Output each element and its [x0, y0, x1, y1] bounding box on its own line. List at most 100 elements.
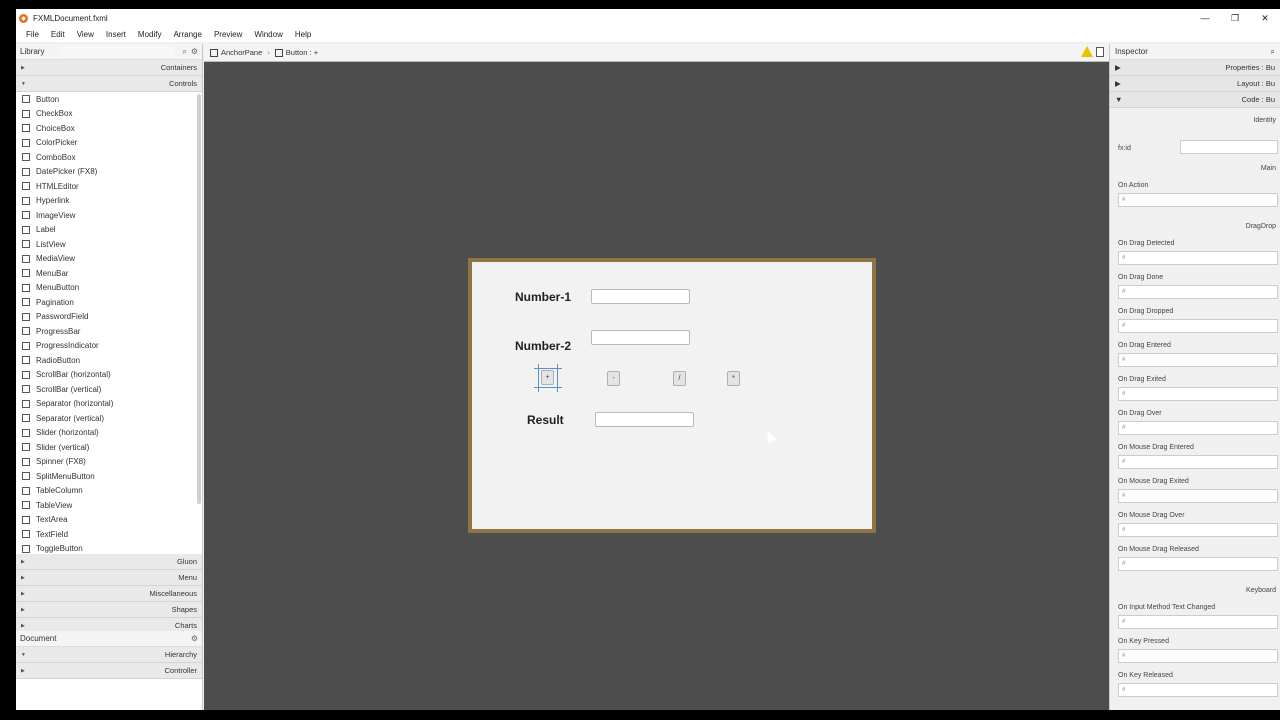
library-item[interactable]: ToggleButton — [16, 542, 202, 555]
plus-button[interactable]: + — [541, 370, 554, 385]
library-item-label: ChoiceBox — [36, 123, 75, 133]
menu-edit[interactable]: Edit — [45, 30, 71, 39]
library-item[interactable]: Label — [16, 223, 202, 238]
section-containers[interactable]: ▶ Containers — [16, 60, 202, 76]
handler-input[interactable]: # — [1118, 615, 1278, 629]
section-layout[interactable]: ▶ Layout : Bu — [1110, 76, 1280, 92]
library-search-input[interactable] — [60, 46, 175, 57]
library-item[interactable]: ProgressBar — [16, 324, 202, 339]
library-item-label: SplitMenuButton — [36, 471, 95, 481]
library-item-label: RadioButton — [36, 355, 81, 365]
dragdrop-property-row: On Mouse Drag Entered # — [1110, 442, 1280, 476]
multiply-button[interactable]: * — [727, 371, 740, 386]
library-item[interactable]: MenuBar — [16, 266, 202, 281]
library-item[interactable]: SplitMenuButton — [16, 469, 202, 484]
menu-insert[interactable]: Insert — [100, 30, 132, 39]
gear-icon[interactable]: ⚙ — [191, 634, 198, 643]
library-scrollbar[interactable] — [197, 94, 201, 504]
section-menu[interactable]: ▶ Menu — [16, 570, 202, 586]
menu-help[interactable]: Help — [289, 30, 317, 39]
library-item[interactable]: Slider (horizontal) — [16, 426, 202, 441]
library-item[interactable]: ProgressIndicator — [16, 339, 202, 354]
library-item[interactable]: TableColumn — [16, 484, 202, 499]
menu-window[interactable]: Window — [248, 30, 288, 39]
library-item[interactable]: Slider (vertical) — [16, 440, 202, 455]
menu-preview[interactable]: Preview — [208, 30, 248, 39]
library-item[interactable]: PasswordField — [16, 310, 202, 325]
library-item[interactable]: TableView — [16, 498, 202, 513]
library-item[interactable]: Separator (horizontal) — [16, 397, 202, 412]
section-controller[interactable]: ▶ Controller — [16, 663, 202, 679]
handler-input[interactable]: # — [1118, 523, 1278, 537]
library-item[interactable]: DatePicker (FX8) — [16, 165, 202, 180]
section-miscellaneous[interactable]: ▶ Miscellaneous — [16, 586, 202, 602]
handler-input[interactable]: # — [1118, 353, 1278, 367]
close-button[interactable]: ✕ — [1250, 9, 1280, 27]
library-item[interactable]: ImageView — [16, 208, 202, 223]
maximize-button[interactable]: ❐ — [1220, 9, 1250, 27]
library-item[interactable]: Separator (vertical) — [16, 411, 202, 426]
gear-icon[interactable]: ⚙ — [191, 47, 198, 56]
library-panel: Library ⌕ ⚙ ▶ Containers ▼ Controls Button… — [16, 44, 203, 710]
library-item[interactable]: CheckBox — [16, 107, 202, 122]
library-item[interactable]: MenuButton — [16, 281, 202, 296]
library-item[interactable]: ComboBox — [16, 150, 202, 165]
handler-input[interactable]: # — [1118, 193, 1278, 207]
handler-input[interactable]: # — [1118, 683, 1278, 697]
library-item[interactable]: Button — [16, 92, 202, 107]
minus-button[interactable]: - — [607, 371, 620, 386]
menu-file[interactable]: File — [20, 30, 45, 39]
library-item[interactable]: RadioButton — [16, 353, 202, 368]
section-code[interactable]: ▼ Code : Bu — [1110, 92, 1280, 108]
minimize-button[interactable]: — — [1190, 9, 1220, 27]
menu-view[interactable]: View — [71, 30, 100, 39]
library-item-label: ProgressIndicator — [36, 341, 99, 351]
warning-icon[interactable] — [1081, 46, 1093, 57]
inspector-search-input[interactable] — [1178, 46, 1271, 57]
library-item[interactable]: HTMLEditor — [16, 179, 202, 194]
control-type-icon — [22, 414, 30, 423]
number2-field[interactable] — [591, 330, 690, 345]
control-type-icon — [22, 457, 30, 466]
section-shapes[interactable]: ▶ Shapes — [16, 602, 202, 618]
handler-input[interactable]: # — [1118, 649, 1278, 663]
library-item[interactable]: Pagination — [16, 295, 202, 310]
breadcrumb-anchorpane[interactable]: AnchorPane — [221, 48, 262, 57]
menu-modify[interactable]: Modify — [132, 30, 168, 39]
result-field[interactable] — [595, 412, 694, 427]
section-hierarchy[interactable]: ▼ Hierarchy — [16, 647, 202, 663]
library-item[interactable]: TextField — [16, 527, 202, 542]
handler-input[interactable]: # — [1118, 489, 1278, 503]
handler-input[interactable]: # — [1118, 251, 1278, 265]
library-item[interactable]: TextArea — [16, 513, 202, 528]
anchorpane-stage[interactable]: Number-1 Number-2 + - / * Result — [468, 258, 876, 533]
handler-input[interactable]: # — [1118, 387, 1278, 401]
document-icon[interactable] — [1096, 46, 1104, 57]
expand-triangle-icon: ▶ — [1115, 79, 1121, 88]
library-item[interactable]: MediaView — [16, 252, 202, 267]
section-gluon[interactable]: ▶ Gluon — [16, 554, 202, 570]
search-icon[interactable]: ⌕ — [182, 47, 186, 57]
divide-button[interactable]: / — [673, 371, 686, 386]
number1-field[interactable] — [591, 289, 690, 304]
handler-input[interactable]: # — [1118, 421, 1278, 435]
library-item[interactable]: ChoiceBox — [16, 121, 202, 136]
library-item[interactable]: Spinner (FX8) — [16, 455, 202, 470]
library-item[interactable]: ListView — [16, 237, 202, 252]
library-item[interactable]: ColorPicker — [16, 136, 202, 151]
selection-handles[interactable]: + — [534, 364, 562, 392]
library-item[interactable]: ScrollBar (vertical) — [16, 382, 202, 397]
warning-area — [1081, 46, 1104, 57]
handler-input[interactable]: # — [1118, 455, 1278, 469]
fxid-input[interactable] — [1180, 140, 1278, 154]
menu-arrange[interactable]: Arrange — [167, 30, 207, 39]
library-item[interactable]: ScrollBar (horizontal) — [16, 368, 202, 383]
handler-input[interactable]: # — [1118, 319, 1278, 333]
section-controls[interactable]: ▼ Controls — [16, 76, 202, 92]
breadcrumb-button[interactable]: Button : + — [286, 48, 318, 57]
search-icon[interactable]: ⌕ — [1271, 47, 1275, 57]
handler-input[interactable]: # — [1118, 557, 1278, 571]
section-properties[interactable]: ▶ Properties : Bu — [1110, 60, 1280, 76]
library-item[interactable]: Hyperlink — [16, 194, 202, 209]
handler-input[interactable]: # — [1118, 285, 1278, 299]
